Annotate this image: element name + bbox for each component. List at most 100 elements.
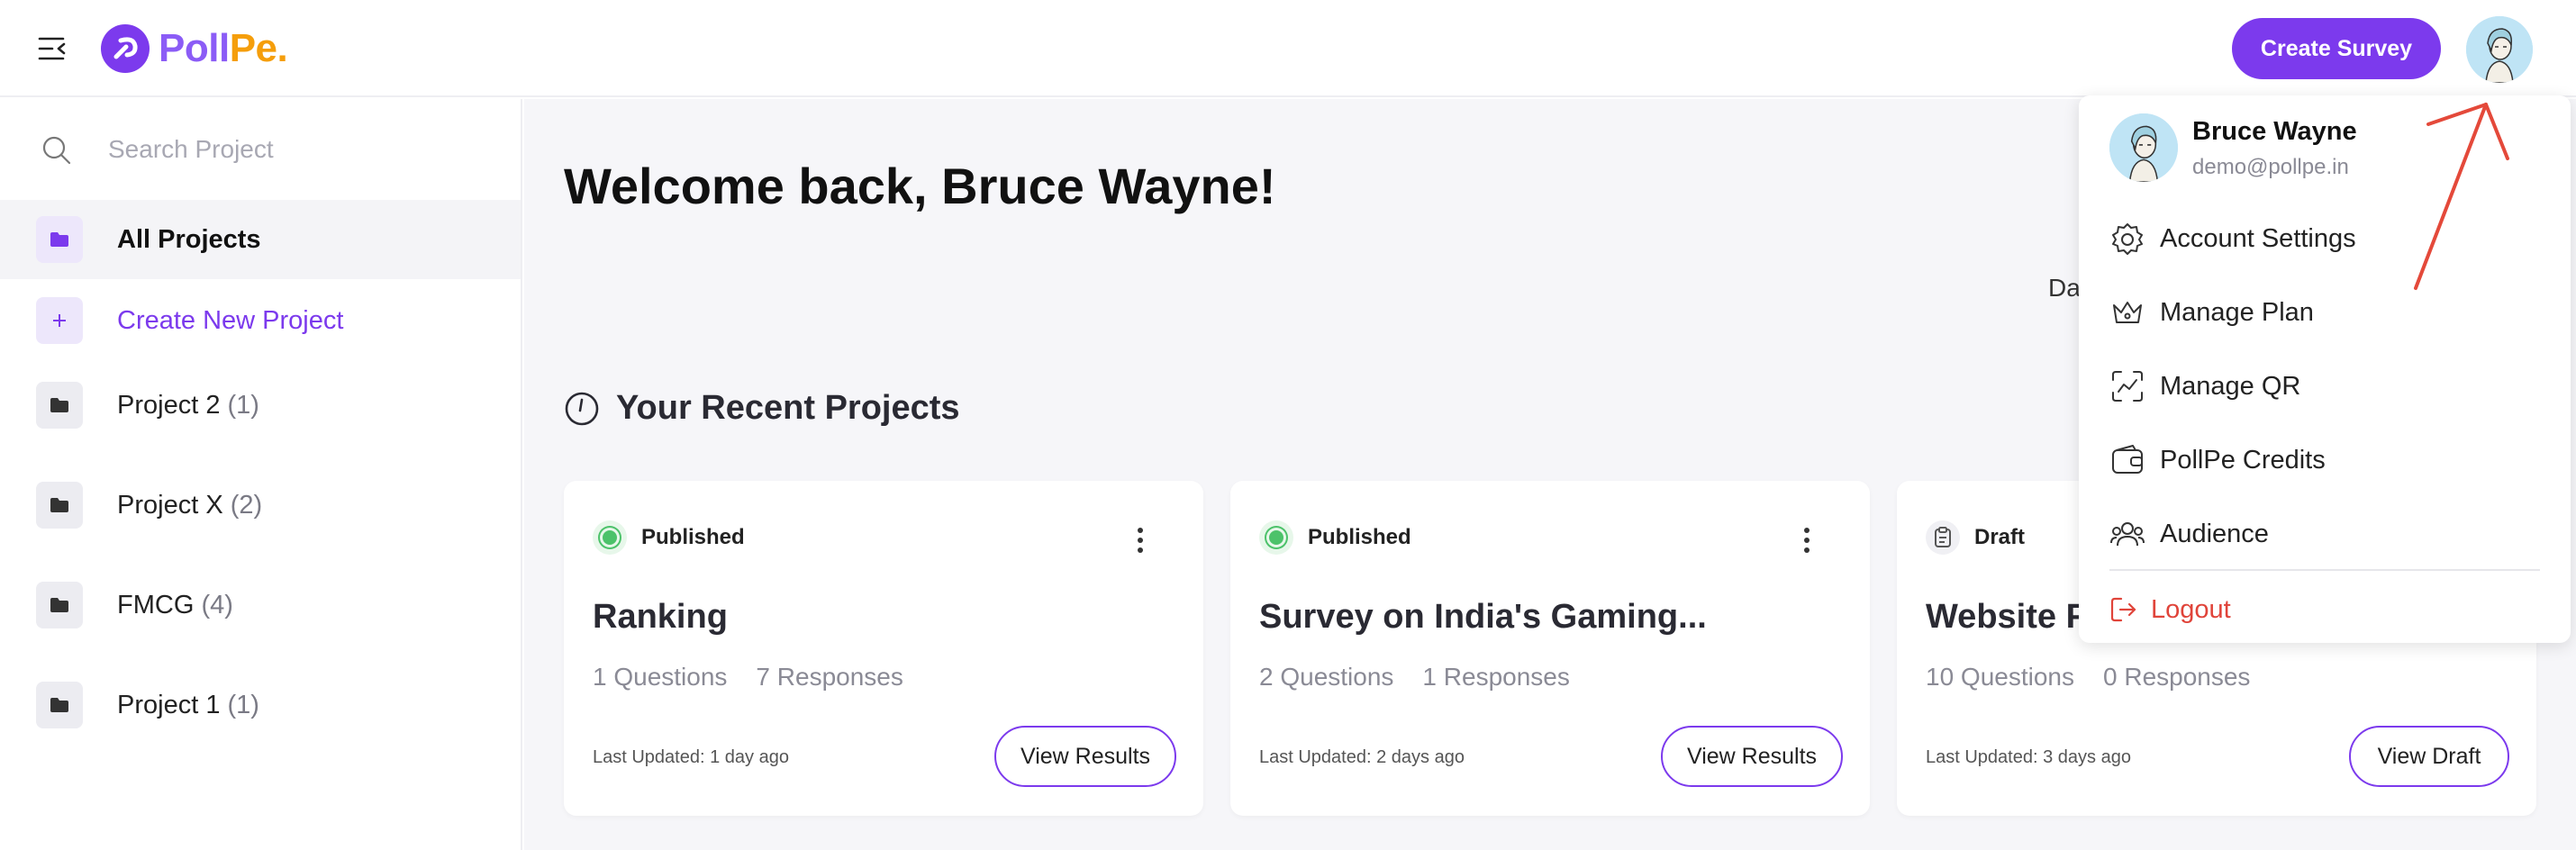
partial-text: Da: [2048, 274, 2081, 302]
sidebar-item-label: Project X (2): [117, 491, 262, 520]
menu-item-label: Account Settings: [2160, 223, 2356, 253]
status-badge: Draft: [1926, 520, 2025, 555]
qr-scan-icon: [2112, 371, 2143, 402]
view-draft-button[interactable]: View Draft: [2349, 726, 2509, 787]
search-icon: [42, 136, 71, 165]
user-name: Bruce Wayne: [2192, 117, 2357, 146]
folder-icon: [36, 582, 83, 628]
logout-icon: [2110, 597, 2136, 622]
menu-item-label: PollPe Credits: [2160, 445, 2326, 475]
project-count: (1): [227, 690, 259, 719]
logout-label: Logout: [2151, 594, 2231, 624]
menu-item-label: Manage QR: [2160, 371, 2301, 401]
status-badge: Published: [593, 520, 745, 555]
project-card[interactable]: Published Survey on India's Gaming... 2 …: [1230, 481, 1870, 816]
sidebar-item-label: Create New Project: [117, 305, 344, 335]
status-badge: Published: [1259, 520, 1411, 555]
responses-count: 7 Responses: [756, 663, 903, 691]
card-stats: 2 Questions 1 Responses: [1259, 663, 1570, 692]
avatar-illustration-icon: [2466, 16, 2533, 83]
folder-icon: [36, 216, 83, 263]
responses-count: 0 Responses: [2103, 663, 2251, 691]
folder-icon: [36, 682, 83, 728]
crown-icon: [2113, 302, 2142, 323]
menu-item-label: Audience: [2160, 519, 2269, 548]
sidebar-item-label: All Projects: [117, 224, 261, 254]
menu-item-pollpe-credits[interactable]: PollPe Credits: [2079, 427, 2571, 493]
folder-icon: [36, 382, 83, 429]
menu-item-manage-plan[interactable]: Manage Plan: [2079, 279, 2571, 346]
project-count: (4): [201, 590, 233, 619]
project-count: (2): [230, 490, 263, 520]
sidebar-item-project[interactable]: Project X (2): [0, 466, 521, 545]
recent-projects-title: Your Recent Projects: [616, 389, 960, 427]
questions-count: 10 Questions: [1926, 663, 2074, 691]
logo-mark-icon: [101, 24, 150, 73]
users-icon: [2110, 522, 2145, 547]
status-label: Published: [641, 525, 745, 549]
dropdown-avatar: [2109, 113, 2178, 182]
view-results-button[interactable]: View Results: [994, 726, 1176, 787]
project-card[interactable]: Published Ranking 1 Questions 7 Response…: [564, 481, 1203, 816]
page-title: Welcome back, Bruce Wayne!: [564, 158, 1276, 214]
published-status-icon: [593, 520, 627, 555]
menu-item-manage-qr[interactable]: Manage QR: [2079, 353, 2571, 420]
sidebar-item-project[interactable]: Project 1 (1): [0, 665, 521, 745]
wallet-icon: [2112, 445, 2143, 474]
logo-text-part2: Pe.: [229, 26, 288, 70]
card-title: Website F: [1926, 598, 2087, 636]
view-results-button[interactable]: View Results: [1661, 726, 1843, 787]
card-stats: 10 Questions 0 Responses: [1926, 663, 2250, 692]
card-title: Ranking: [593, 598, 728, 636]
search-bar: [0, 99, 521, 200]
recent-projects-heading: Your Recent Projects: [564, 389, 960, 428]
menu-item-logout[interactable]: Logout: [2079, 576, 2571, 643]
menu-item-account-settings[interactable]: Account Settings: [2079, 205, 2571, 272]
sidebar-item-label: FMCG (4): [117, 591, 233, 620]
menu-item-label: Manage Plan: [2160, 297, 2314, 327]
sidebar-item-project[interactable]: Project 2 (1): [0, 366, 521, 445]
logo-text: PollPe.: [159, 26, 288, 71]
sidebar: All Projects Create New Project Project …: [0, 99, 522, 850]
published-status-icon: [1259, 520, 1293, 555]
card-stats: 1 Questions 7 Responses: [593, 663, 903, 692]
sidebar-item-label: Project 2 (1): [117, 391, 259, 420]
project-name: Project X: [117, 490, 223, 520]
profile-dropdown: Bruce Wayne demo@pollpe.in Account Setti…: [2079, 95, 2571, 643]
user-email: demo@pollpe.in: [2192, 155, 2349, 179]
search-input[interactable]: [108, 126, 486, 173]
project-name: Project 1: [117, 690, 221, 719]
plus-icon: [36, 297, 83, 344]
status-label: Published: [1308, 525, 1411, 549]
sidebar-item-create-new-project[interactable]: Create New Project: [0, 281, 521, 360]
more-options-icon[interactable]: [1122, 522, 1158, 558]
gear-icon: [2112, 223, 2143, 255]
last-updated: Last Updated: 2 days ago: [1259, 747, 1465, 767]
menu-item-audience[interactable]: Audience: [2079, 501, 2571, 567]
project-count: (1): [227, 390, 259, 420]
draft-status-icon: [1926, 520, 1960, 555]
folder-icon: [36, 482, 83, 529]
pollpe-logo[interactable]: PollPe.: [101, 23, 288, 74]
menu-collapse-icon[interactable]: [36, 32, 68, 65]
responses-count: 1 Responses: [1422, 663, 1570, 691]
last-updated: Last Updated: 3 days ago: [1926, 747, 2131, 767]
clock-icon: [565, 392, 599, 425]
status-label: Draft: [1974, 525, 2026, 549]
sidebar-item-all-projects[interactable]: All Projects: [0, 200, 521, 279]
sidebar-item-project[interactable]: FMCG (4): [0, 565, 521, 645]
logo-text-part1: Poll: [159, 26, 230, 70]
more-options-icon[interactable]: [1789, 522, 1825, 558]
card-title: Survey on India's Gaming...: [1259, 598, 1707, 636]
sidebar-item-label: Project 1 (1): [117, 691, 259, 720]
project-name: Project 2: [117, 390, 221, 420]
questions-count: 1 Questions: [593, 663, 728, 691]
menu-divider: [2109, 569, 2540, 571]
last-updated: Last Updated: 1 day ago: [593, 747, 789, 767]
avatar-illustration-icon: [2109, 113, 2178, 182]
create-survey-button[interactable]: Create Survey: [2232, 18, 2441, 79]
project-name: FMCG: [117, 590, 195, 619]
questions-count: 2 Questions: [1259, 663, 1394, 691]
user-avatar[interactable]: [2466, 16, 2533, 83]
top-bar: PollPe. Create Survey: [0, 0, 2576, 97]
